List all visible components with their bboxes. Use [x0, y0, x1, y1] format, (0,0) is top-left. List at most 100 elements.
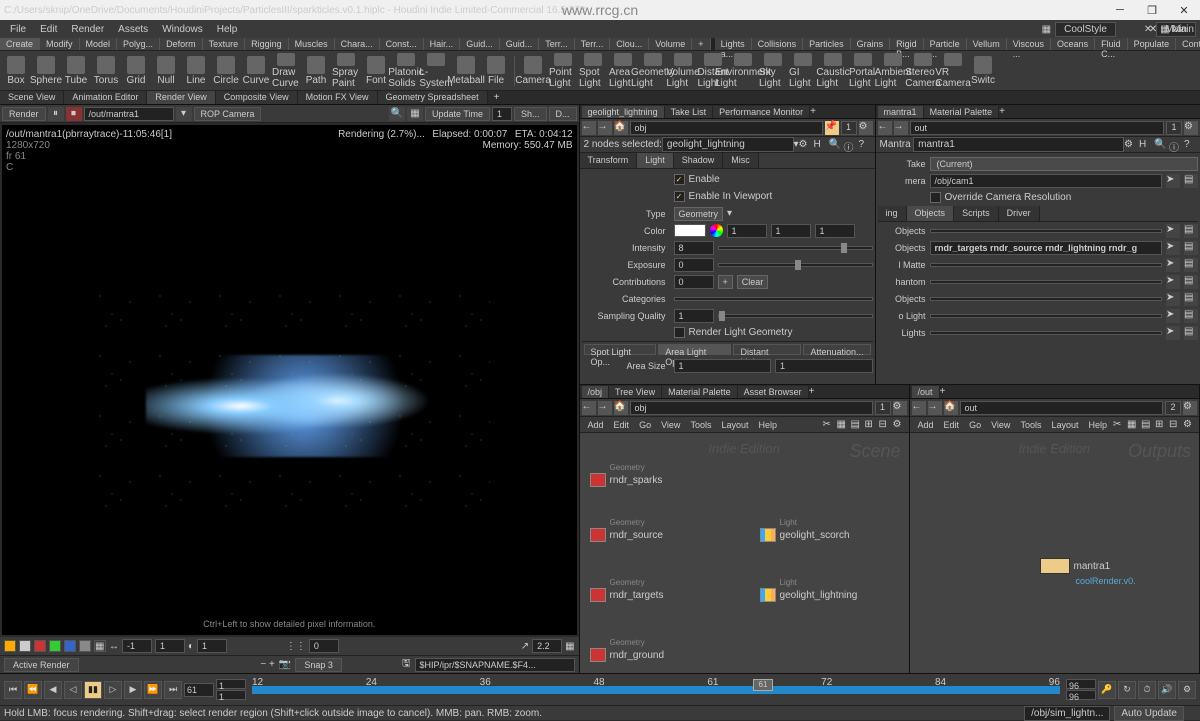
help-icon[interactable]: ? [859, 139, 871, 151]
search-icon-2[interactable]: 🔍 [1154, 139, 1166, 151]
shelf-tab[interactable]: Collisions [752, 38, 804, 50]
shelf-set-2[interactable]: ✕ ▦ Main [1149, 24, 1194, 35]
marquee-icon[interactable]: ▦ [407, 107, 423, 121]
node-tool-icon[interactable]: ⊞ [1155, 419, 1167, 431]
node-menu-help[interactable]: Help [1084, 419, 1111, 431]
range-start[interactable]: 1 [216, 690, 246, 700]
node-tool-icon[interactable]: ▦ [1127, 419, 1139, 431]
node-menu-layout[interactable]: Layout [1047, 419, 1082, 431]
arrow-icon[interactable]: ➤ [1166, 258, 1180, 272]
shelf-tab[interactable]: Clou... [610, 38, 649, 50]
shelf-tool-volume-light[interactable]: Volume Light [669, 53, 697, 89]
shelf-tool-spot-light[interactable]: Spot Light [579, 53, 607, 89]
shelf-tab[interactable]: Grains [851, 38, 891, 50]
tab-out[interactable]: /out [912, 386, 940, 398]
node-tool-icon[interactable]: ▦ [837, 419, 849, 431]
snap-button[interactable]: Snap 3 [295, 658, 342, 672]
d-button[interactable]: D... [549, 107, 577, 121]
stop-playback-icon[interactable]: ▮▮ [84, 681, 102, 699]
h-icon-2[interactable]: H [1139, 139, 1151, 151]
close-button[interactable]: ✕ [1172, 2, 1196, 18]
pin-icon[interactable]: 📌 [825, 121, 839, 135]
node-tool-icon[interactable]: ▤ [1141, 419, 1153, 431]
h-icon[interactable]: H [814, 139, 826, 151]
subtab-atten[interactable]: Attenuation... [803, 344, 870, 355]
mantra-row-value[interactable] [930, 331, 1162, 335]
pane-tab[interactable]: Animation Editor [64, 91, 147, 104]
filter-icon[interactable]: ⚙ [799, 139, 811, 151]
node-tool-icon[interactable]: ✂ [823, 419, 835, 431]
shelf-tab[interactable]: Texture [203, 38, 246, 50]
shelf-tab[interactable]: Muscles [289, 38, 335, 50]
goto-start-icon[interactable]: ⏮ [4, 681, 22, 699]
tab-matpal2[interactable]: Material Palette [662, 386, 738, 398]
node1-network[interactable]: Scene Indie Edition Geometryrndr_sparksG… [580, 433, 909, 673]
renderlight-checkbox[interactable] [674, 327, 685, 338]
info-icon[interactable]: ⓘ [844, 139, 856, 151]
color-box-3[interactable] [34, 640, 46, 652]
vp-gamma[interactable]: 2.2 [532, 639, 562, 653]
gear-icon-2[interactable]: ⚙ [1184, 121, 1198, 135]
contrib-value[interactable]: 0 [674, 275, 714, 289]
current-frame[interactable]: 61 [184, 683, 214, 697]
override-checkbox[interactable] [930, 192, 941, 203]
menu-icon[interactable]: ▤ [1184, 258, 1198, 272]
snap-path[interactable]: $HIP/ipr/$SNAPNAME.$F4... [415, 658, 575, 672]
enable-vp-checkbox[interactable]: ✓ [674, 191, 685, 202]
menu-windows[interactable]: Windows [156, 22, 209, 37]
menu-help[interactable]: Help [211, 22, 244, 37]
shelf-tab[interactable]: Model [80, 38, 118, 50]
contrib-clear[interactable]: Clear [737, 275, 769, 289]
step-fwd-key-icon[interactable]: ⏩ [144, 681, 162, 699]
shelf-tab[interactable]: Populate [1128, 38, 1177, 50]
shelf-tool-font[interactable]: Font [362, 53, 390, 89]
play-back-icon[interactable]: ◁ [64, 681, 82, 699]
tab-driver[interactable]: Driver [999, 206, 1040, 221]
shelf-tab[interactable]: Guid... [500, 38, 540, 50]
sel-name[interactable]: geolight_lightning [662, 137, 794, 152]
shelf-tool-platonic-solids[interactable]: Platonic Solids [392, 53, 420, 89]
node-tool-icon[interactable]: ⊟ [879, 419, 891, 431]
gear-icon-4[interactable]: ⚙ [893, 401, 907, 415]
shelf-tool-geometry-light[interactable]: Geometry Light [639, 53, 667, 89]
update-mode[interactable]: Auto Update [1114, 706, 1184, 721]
back-icon[interactable]: ← [582, 121, 596, 135]
tab-asset[interactable]: Asset Browser [738, 386, 809, 398]
menu-icon[interactable]: ▤ [1184, 326, 1198, 340]
shelf-tool-portal-light[interactable]: Portal Light [849, 53, 877, 89]
node-menu-tools[interactable]: Tools [686, 419, 715, 431]
tab-tree[interactable]: Tree View [609, 386, 662, 398]
menu-icon[interactable]: ▤ [1184, 309, 1198, 323]
key-icon[interactable]: 🔑 [1098, 681, 1116, 699]
shelf-tool-stereo-camera[interactable]: Stereo Camera [909, 53, 937, 89]
node2-path[interactable]: out [960, 401, 1163, 415]
shelf-tab[interactable]: Guid... [460, 38, 500, 50]
shelf-tab[interactable]: Const... [380, 38, 424, 50]
tab-scripts[interactable]: Scripts [954, 206, 999, 221]
shelf-tool-file[interactable]: File [482, 53, 510, 89]
node-menu-tools[interactable]: Tools [1016, 419, 1045, 431]
shelf-tab[interactable]: Hair... [424, 38, 461, 50]
back-icon-2[interactable]: ← [878, 121, 892, 135]
node-tool-icon[interactable]: ⊟ [1169, 419, 1181, 431]
shelf-tab[interactable]: Contain... [1176, 38, 1200, 50]
node-mantra1[interactable]: mantra1coolRender.v0. [1040, 558, 1111, 574]
areasize-x[interactable]: 1 [674, 359, 772, 373]
color-swatch[interactable] [674, 224, 706, 237]
tab-matpal[interactable]: Material Palette [924, 106, 1000, 118]
color-box-2[interactable] [19, 640, 31, 652]
update-time[interactable]: Update Time [425, 107, 490, 121]
node-menu-add[interactable]: Add [914, 419, 938, 431]
grid-icon[interactable]: ▦ [94, 640, 106, 652]
maximize-button[interactable]: ❐ [1140, 2, 1164, 18]
node-tool-icon[interactable]: ✂ [1113, 419, 1125, 431]
tab-light[interactable]: Light [637, 153, 674, 168]
camera-path[interactable]: /obj/cam1 [930, 174, 1162, 188]
arrow-icon[interactable]: ➤ [1166, 275, 1180, 289]
shelf-tab[interactable]: Rigging [245, 38, 289, 50]
subtab-distant[interactable]: Distant Light... [733, 344, 801, 355]
node-menu-layout[interactable]: Layout [717, 419, 752, 431]
node-menu-go[interactable]: Go [965, 419, 985, 431]
mantra-row-value[interactable]: rndr_targets rndr_source rndr_lightning … [930, 241, 1162, 255]
shelf-tab[interactable]: Modify [40, 38, 80, 50]
